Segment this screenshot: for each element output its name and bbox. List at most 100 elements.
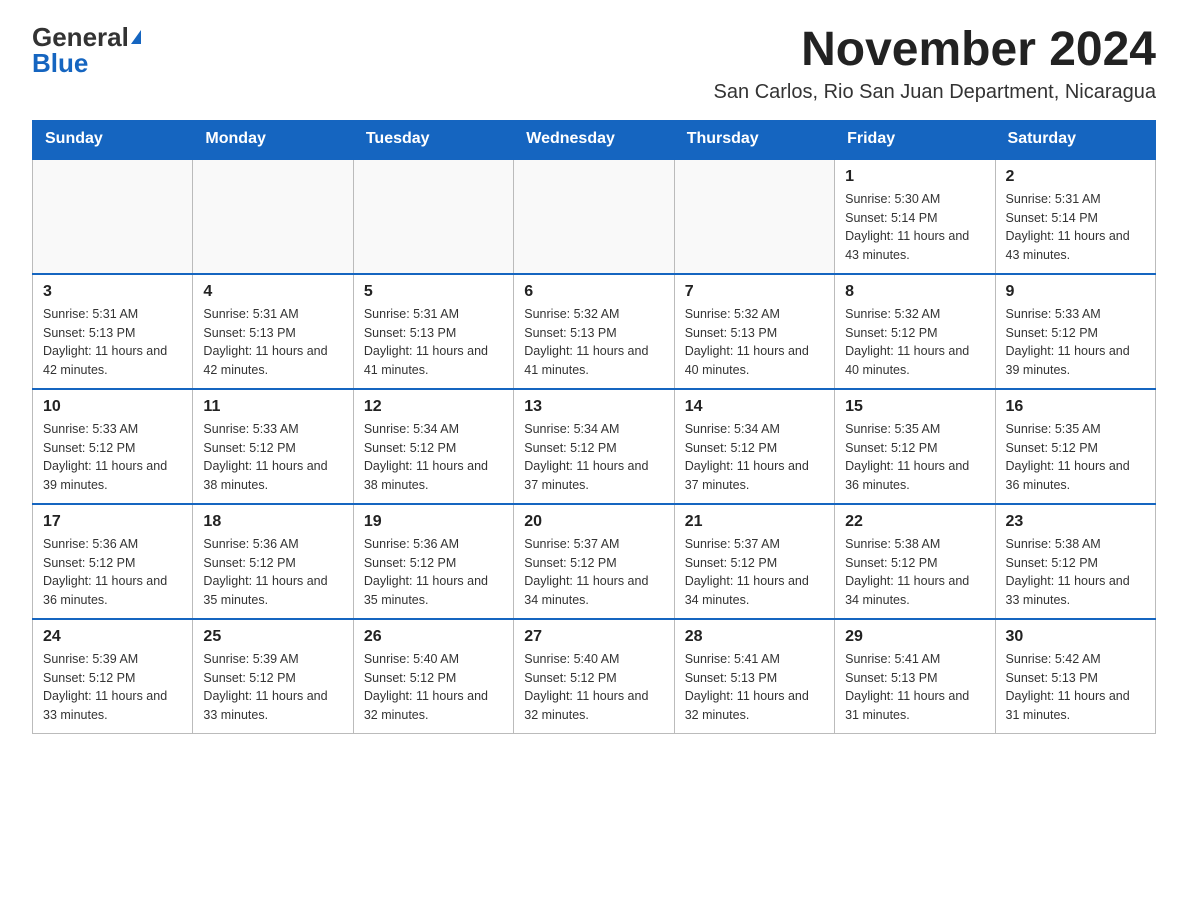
day-info: Sunrise: 5:32 AMSunset: 5:12 PMDaylight:… (845, 305, 984, 380)
weekday-header-sunday: Sunday (33, 120, 193, 159)
day-number: 19 (364, 513, 503, 531)
day-info: Sunrise: 5:39 AMSunset: 5:12 PMDaylight:… (43, 650, 182, 725)
day-info: Sunrise: 5:37 AMSunset: 5:12 PMDaylight:… (524, 535, 663, 610)
calendar-cell: 9 Sunrise: 5:33 AMSunset: 5:12 PMDaylight… (995, 274, 1155, 389)
calendar-cell: 30Sunrise: 5:42 AMSunset: 5:13 PMDayligh… (995, 619, 1155, 734)
calendar-cell: 17 Sunrise: 5:36 AMSunset: 5:12 PMDayligh… (33, 504, 193, 619)
weekday-header-row: SundayMondayTuesdayWednesdayThursdayFrid… (33, 120, 1156, 159)
day-number: 18 (203, 513, 342, 531)
day-number: 24 (43, 628, 182, 646)
day-number: 17 (43, 513, 182, 531)
calendar-header: SundayMondayTuesdayWednesdayThursdayFrid… (33, 120, 1156, 159)
day-number: 12 (364, 398, 503, 416)
day-info: Sunrise: 5:40 AMSunset: 5:12 PMDaylight:… (524, 650, 663, 725)
day-info: Sunrise: 5:37 AMSunset: 5:12 PMDaylight:… (685, 535, 824, 610)
day-number: 3 (43, 283, 182, 301)
calendar-cell: 18 Sunrise: 5:36 AMSunset: 5:12 PMDayligh… (193, 504, 353, 619)
day-number: 29 (845, 628, 984, 646)
day-info: Sunrise: 5:38 AMSunset: 5:12 PMDaylight:… (845, 535, 984, 610)
calendar-cell: 20Sunrise: 5:37 AMSunset: 5:12 PMDayligh… (514, 504, 674, 619)
day-number: 4 (203, 283, 342, 301)
calendar-cell (674, 159, 834, 274)
day-number: 1 (845, 168, 984, 186)
day-info: Sunrise: 5:42 AMSunset: 5:13 PMDaylight:… (1006, 650, 1145, 725)
logo-triangle-icon (131, 30, 141, 44)
day-info: Sunrise: 5:34 AMSunset: 5:12 PMDaylight:… (524, 420, 663, 495)
day-info: Sunrise: 5:35 AMSunset: 5:12 PMDaylight:… (845, 420, 984, 495)
day-info: Sunrise: 5:39 AMSunset: 5:12 PMDaylight:… (203, 650, 342, 725)
calendar-cell: 27Sunrise: 5:40 AMSunset: 5:12 PMDayligh… (514, 619, 674, 734)
weekday-header-saturday: Saturday (995, 120, 1155, 159)
calendar-cell: 19 Sunrise: 5:36 AMSunset: 5:12 PMDayligh… (353, 504, 513, 619)
calendar-cell: 16Sunrise: 5:35 AMSunset: 5:12 PMDayligh… (995, 389, 1155, 504)
weekday-header-tuesday: Tuesday (353, 120, 513, 159)
calendar-cell (514, 159, 674, 274)
calendar-cell: 6Sunrise: 5:32 AMSunset: 5:13 PMDaylight… (514, 274, 674, 389)
calendar-cell: 26Sunrise: 5:40 AMSunset: 5:12 PMDayligh… (353, 619, 513, 734)
calendar-table: SundayMondayTuesdayWednesdayThursdayFrid… (32, 120, 1156, 734)
day-number: 6 (524, 283, 663, 301)
day-info: Sunrise: 5:33 AMSunset: 5:12 PMDaylight:… (203, 420, 342, 495)
day-info: Sunrise: 5:41 AMSunset: 5:13 PMDaylight:… (845, 650, 984, 725)
day-info: Sunrise: 5:36 AMSunset: 5:12 PMDaylight:… (203, 535, 342, 610)
calendar-cell: 2Sunrise: 5:31 AMSunset: 5:14 PMDaylight… (995, 159, 1155, 274)
day-number: 13 (524, 398, 663, 416)
day-number: 21 (685, 513, 824, 531)
calendar-cell: 8 Sunrise: 5:32 AMSunset: 5:12 PMDaylight… (835, 274, 995, 389)
calendar-week-row: 10 Sunrise: 5:33 AMSunset: 5:12 PMDayligh… (33, 389, 1156, 504)
day-info: Sunrise: 5:36 AMSunset: 5:12 PMDaylight:… (43, 535, 182, 610)
day-info: Sunrise: 5:31 AMSunset: 5:13 PMDaylight:… (203, 305, 342, 380)
calendar-cell: 11 Sunrise: 5:33 AMSunset: 5:12 PMDayligh… (193, 389, 353, 504)
calendar-cell (193, 159, 353, 274)
day-info: Sunrise: 5:32 AMSunset: 5:13 PMDaylight:… (685, 305, 824, 380)
calendar-cell: 15Sunrise: 5:35 AMSunset: 5:12 PMDayligh… (835, 389, 995, 504)
calendar-cell: 29 Sunrise: 5:41 AMSunset: 5:13 PMDayligh… (835, 619, 995, 734)
calendar-cell: 10 Sunrise: 5:33 AMSunset: 5:12 PMDayligh… (33, 389, 193, 504)
calendar-cell: 24 Sunrise: 5:39 AMSunset: 5:12 PMDayligh… (33, 619, 193, 734)
calendar-cell: 12 Sunrise: 5:34 AMSunset: 5:12 PMDayligh… (353, 389, 513, 504)
calendar-cell: 5Sunrise: 5:31 AMSunset: 5:13 PMDaylight… (353, 274, 513, 389)
calendar-cell: 3Sunrise: 5:31 AMSunset: 5:13 PMDaylight… (33, 274, 193, 389)
day-number: 14 (685, 398, 824, 416)
weekday-header-friday: Friday (835, 120, 995, 159)
day-info: Sunrise: 5:38 AMSunset: 5:12 PMDaylight:… (1006, 535, 1145, 610)
day-number: 9 (1006, 283, 1145, 301)
weekday-header-monday: Monday (193, 120, 353, 159)
day-number: 10 (43, 398, 182, 416)
day-info: Sunrise: 5:30 AMSunset: 5:14 PMDaylight:… (845, 190, 984, 265)
logo-blue: Blue (32, 50, 88, 76)
title-area: November 2024 San Carlos, Rio San Juan D… (714, 24, 1156, 104)
day-number: 7 (685, 283, 824, 301)
calendar-cell: 28Sunrise: 5:41 AMSunset: 5:13 PMDayligh… (674, 619, 834, 734)
logo-general: General (32, 24, 129, 50)
calendar-cell: 14 Sunrise: 5:34 AMSunset: 5:12 PMDayligh… (674, 389, 834, 504)
calendar-week-row: 17 Sunrise: 5:36 AMSunset: 5:12 PMDayligh… (33, 504, 1156, 619)
day-info: Sunrise: 5:36 AMSunset: 5:12 PMDaylight:… (364, 535, 503, 610)
page-header: General Blue November 2024 San Carlos, R… (32, 24, 1156, 104)
day-number: 26 (364, 628, 503, 646)
day-number: 2 (1006, 168, 1145, 186)
calendar-cell (353, 159, 513, 274)
calendar-cell: 13 Sunrise: 5:34 AMSunset: 5:12 PMDayligh… (514, 389, 674, 504)
logo: General Blue (32, 24, 141, 76)
day-number: 8 (845, 283, 984, 301)
day-number: 5 (364, 283, 503, 301)
calendar-cell: 1 Sunrise: 5:30 AMSunset: 5:14 PMDaylight… (835, 159, 995, 274)
calendar-cell (33, 159, 193, 274)
calendar-cell: 23Sunrise: 5:38 AMSunset: 5:12 PMDayligh… (995, 504, 1155, 619)
calendar-week-row: 3 Sunrise: 5:31 AMSunset: 5:13 PMDaylight… (33, 274, 1156, 389)
day-info: Sunrise: 5:33 AMSunset: 5:12 PMDaylight:… (43, 420, 182, 495)
location-subtitle: San Carlos, Rio San Juan Department, Nic… (714, 81, 1156, 104)
calendar-cell: 25Sunrise: 5:39 AMSunset: 5:12 PMDayligh… (193, 619, 353, 734)
day-number: 11 (203, 398, 342, 416)
day-info: Sunrise: 5:33 AMSunset: 5:12 PMDaylight:… (1006, 305, 1145, 380)
day-info: Sunrise: 5:34 AMSunset: 5:12 PMDaylight:… (685, 420, 824, 495)
month-title: November 2024 (714, 24, 1156, 77)
weekday-header-thursday: Thursday (674, 120, 834, 159)
calendar-cell: 7 Sunrise: 5:32 AMSunset: 5:13 PMDaylight… (674, 274, 834, 389)
day-info: Sunrise: 5:34 AMSunset: 5:12 PMDaylight:… (364, 420, 503, 495)
calendar-week-row: 1 Sunrise: 5:30 AMSunset: 5:14 PMDaylight… (33, 159, 1156, 274)
calendar-week-row: 24 Sunrise: 5:39 AMSunset: 5:12 PMDayligh… (33, 619, 1156, 734)
day-number: 28 (685, 628, 824, 646)
calendar-body: 1 Sunrise: 5:30 AMSunset: 5:14 PMDaylight… (33, 159, 1156, 734)
